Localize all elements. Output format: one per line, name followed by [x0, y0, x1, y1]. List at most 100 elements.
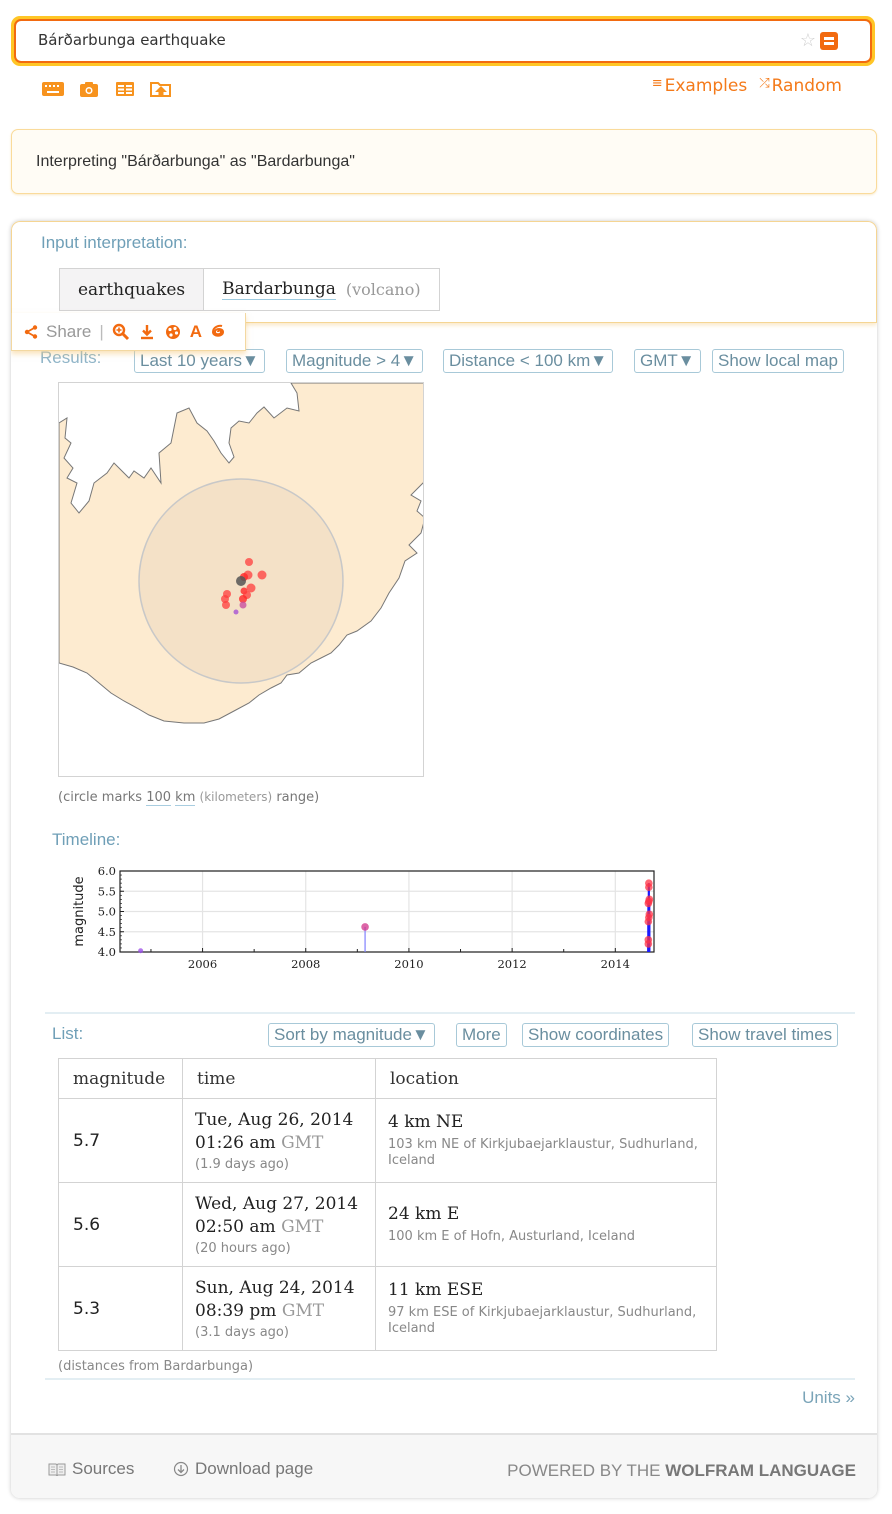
table-row: 5.6 Wed, Aug 27, 2014 02:50 am GMT (20 h…: [58, 1182, 717, 1267]
data-point: [645, 879, 653, 887]
random-link[interactable]: ⤮ Random: [759, 76, 842, 96]
section-divider: [45, 1012, 855, 1014]
caption-unit[interactable]: km: [175, 790, 196, 806]
column-header-magnitude: magnitude: [58, 1058, 183, 1099]
star-icon[interactable]: ☆: [800, 30, 816, 51]
earthquake-map: [58, 382, 424, 777]
interpretation-entity-type: (volcano): [345, 280, 421, 299]
input-tools: [42, 80, 172, 98]
event-timezone: GMT: [281, 1133, 324, 1153]
text-icon[interactable]: A: [190, 322, 202, 342]
input-interpretation-pod: Input interpretation: earthquakes Bardar…: [11, 221, 877, 323]
download-page-label: Download page: [195, 1459, 314, 1478]
results-panel: Input interpretation: earthquakes Bardar…: [11, 221, 877, 1498]
table-icon[interactable]: [114, 80, 136, 98]
event-date: Wed, Aug 27, 2014: [195, 1194, 359, 1214]
sort-dropdown[interactable]: Sort by magnitude▼: [268, 1023, 435, 1047]
data-point: [138, 948, 144, 954]
x-tick-label: 2006: [188, 957, 217, 971]
camera-icon[interactable]: [78, 80, 100, 98]
event-timezone: GMT: [281, 1217, 324, 1237]
magnitude-cell: 5.6: [58, 1182, 183, 1267]
timeline-label: Timeline:: [52, 830, 121, 849]
location-main: 24 km E: [388, 1204, 460, 1224]
earthquake-table: magnitude time location 5.7 Tue, Aug 26,…: [58, 1058, 717, 1351]
more-button[interactable]: More: [456, 1023, 507, 1047]
submit-button[interactable]: [820, 32, 838, 50]
sources-link[interactable]: Sources: [48, 1459, 134, 1479]
y-axis-label: magnitude: [72, 876, 87, 946]
interpretation-entity[interactable]: Bardarbunga: [222, 279, 336, 300]
location-detail: 100 km E of Hofn, Austurland, Iceland: [388, 1229, 636, 1244]
location-detail: 103 km NE of Kirkjubaejarklaustur, Sudhu…: [388, 1137, 698, 1168]
volcano-marker: [236, 576, 246, 586]
interpretation-property: earthquakes: [60, 269, 205, 310]
y-tick-label: 4.5: [98, 925, 116, 939]
time-cell: Tue, Aug 26, 2014 01:26 am GMT (1.9 days…: [182, 1098, 376, 1183]
show-travel-times-button[interactable]: Show travel times: [692, 1023, 839, 1047]
earthquake-marker: [245, 558, 253, 566]
event-time: 08:39 pm: [195, 1301, 277, 1321]
distances-note: (distances from Bardarbunga): [58, 1359, 254, 1374]
column-header-time: time: [182, 1058, 376, 1099]
spiral-icon[interactable]: [210, 323, 226, 341]
y-tick-label: 6.0: [98, 864, 116, 878]
download-icon[interactable]: [138, 323, 156, 341]
event-time: 02:50 am: [195, 1217, 276, 1237]
x-tick-label: 2008: [291, 957, 320, 971]
share-label[interactable]: Share: [46, 322, 91, 342]
location-cell: 4 km NE 103 km NE of Kirkjubaejarklaustu…: [375, 1098, 717, 1183]
caption-unit-long: (kilometers): [199, 790, 273, 804]
timezone-dropdown[interactable]: GMT▼: [634, 349, 701, 373]
section-divider: [45, 1378, 855, 1380]
table-row: 5.3 Sun, Aug 24, 2014 08:39 pm GMT (3.1 …: [58, 1266, 717, 1351]
location-main: 4 km NE: [388, 1112, 464, 1132]
event-time: 01:26 am: [195, 1133, 276, 1153]
share-toolbar: Share | A: [11, 313, 246, 351]
search-box: ☆: [14, 19, 872, 63]
event-date: Tue, Aug 26, 2014: [195, 1110, 354, 1130]
location-cell: 24 km E 100 km E of Hofn, Austurland, Ic…: [375, 1182, 717, 1267]
upload-folder-icon[interactable]: [150, 80, 172, 98]
powered-brand[interactable]: WOLFRAM LANGUAGE: [665, 1461, 856, 1480]
caption-prefix: (circle marks: [58, 790, 143, 805]
show-local-map-button[interactable]: Show local map: [712, 349, 845, 373]
powered-prefix: POWERED BY THE: [507, 1461, 661, 1480]
map-svg: [59, 383, 423, 724]
x-tick-label: 2010: [394, 957, 423, 971]
magnitude-dropdown[interactable]: Magnitude > 4▼: [286, 349, 424, 373]
event-clock: 08:39 pm GMT: [195, 1300, 363, 1323]
table-header-row: magnitude time location: [58, 1058, 717, 1099]
x-tick-label: 2014: [601, 957, 630, 971]
download-page-link[interactable]: Download page: [173, 1459, 313, 1479]
data-point: [644, 936, 653, 944]
distance-dropdown[interactable]: Distance < 100 km▼: [443, 349, 614, 373]
examples-link[interactable]: ≡ Examples: [652, 76, 748, 96]
y-tick-label: 5.0: [98, 905, 116, 919]
caption-value[interactable]: 100: [146, 790, 172, 806]
share-icon[interactable]: [24, 324, 38, 339]
show-coordinates-button[interactable]: Show coordinates: [522, 1023, 670, 1047]
palette-icon[interactable]: [164, 323, 182, 341]
event-timezone: GMT: [281, 1301, 325, 1321]
keyboard-icon[interactable]: [42, 80, 64, 98]
powered-by: POWERED BY THE WOLFRAM LANGUAGE: [507, 1461, 856, 1481]
shuffle-icon: ⤮: [759, 76, 770, 91]
earthquake-marker: [257, 570, 267, 580]
earthquake-marker: [222, 601, 230, 609]
time-range-dropdown[interactable]: Last 10 years▼: [134, 349, 265, 373]
assumption-text: Interpreting "Bárðarbunga" as "Bardarbun…: [36, 153, 355, 170]
sources-label: Sources: [72, 1459, 135, 1478]
footer: Sources Download page POWERED BY THE WOL…: [11, 1433, 877, 1498]
units-link[interactable]: Units »: [802, 1388, 855, 1408]
list-icon: ≡: [651, 76, 663, 91]
interpretation-table: earthquakes Bardarbunga (volcano): [59, 268, 440, 311]
event-ago: (3.1 days ago): [195, 1325, 289, 1340]
data-point: [645, 910, 654, 919]
zoom-in-icon[interactable]: [112, 323, 130, 341]
share-separator: |: [99, 321, 104, 341]
earthquake-marker: [233, 609, 239, 615]
event-clock: 01:26 am GMT: [195, 1132, 363, 1155]
data-point: [361, 923, 369, 931]
search-input[interactable]: [38, 31, 778, 49]
